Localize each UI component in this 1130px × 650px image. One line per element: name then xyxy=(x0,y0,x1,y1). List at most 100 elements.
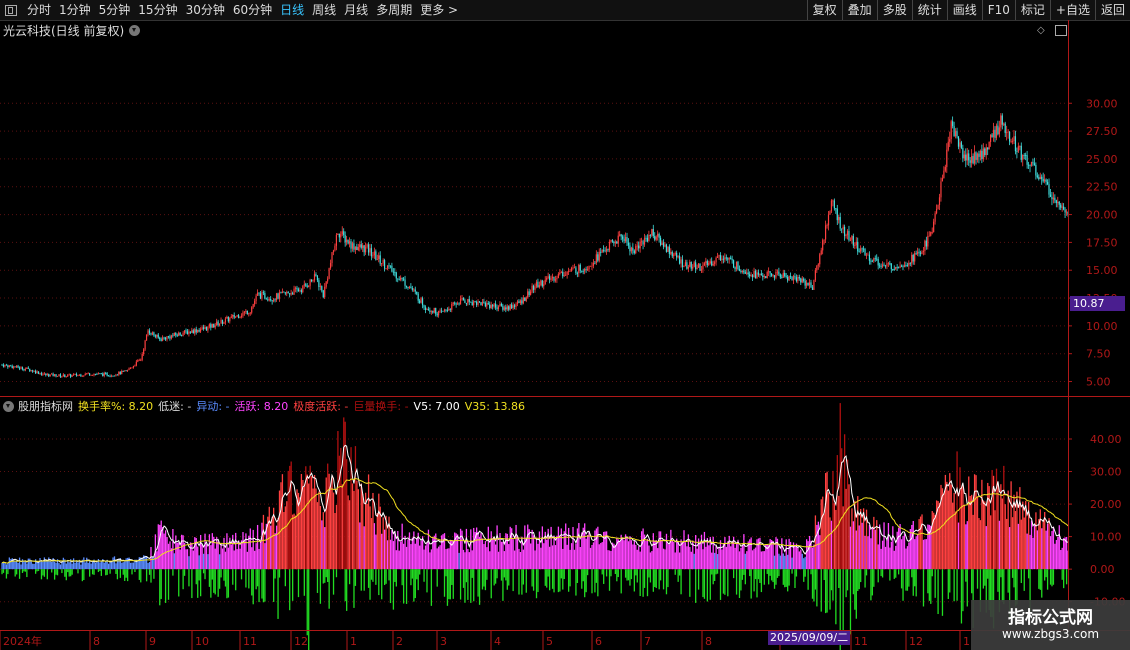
candle-body xyxy=(1064,209,1066,213)
tab-period-10[interactable]: 更多 > xyxy=(416,0,462,20)
turnover-bar xyxy=(607,550,609,570)
turnover-bar xyxy=(486,547,488,570)
diamond-icon[interactable]: ◇ xyxy=(1037,25,1045,36)
candle-body xyxy=(438,310,440,316)
turnover-bar xyxy=(179,549,181,570)
turnover-bar xyxy=(1008,527,1011,570)
turnover-bar xyxy=(804,556,806,570)
candle-body xyxy=(921,251,923,254)
turnover-bar xyxy=(531,529,533,570)
turnover-bar xyxy=(931,511,933,570)
down-bar xyxy=(937,569,939,615)
turnover-bar xyxy=(366,503,368,570)
turnover-bar xyxy=(162,527,164,570)
window-icon[interactable] xyxy=(5,4,17,16)
down-bar xyxy=(922,569,925,607)
candle-body xyxy=(353,243,355,250)
candle-body xyxy=(99,373,101,375)
turnover-bar xyxy=(321,520,323,570)
candle-body xyxy=(649,234,651,236)
turnover-bar xyxy=(608,550,611,570)
y-tick-label: 25.00 xyxy=(1086,153,1118,166)
turnover-bar xyxy=(312,488,314,570)
candle-body xyxy=(1008,131,1011,142)
tab-period-9[interactable]: 多周期 xyxy=(372,0,416,20)
candle-body xyxy=(705,261,707,264)
turnover-bar xyxy=(249,528,251,570)
dropdown-circle-icon[interactable] xyxy=(129,25,141,36)
candle-body xyxy=(375,251,377,260)
candle-body xyxy=(852,236,854,246)
tab-period-7[interactable]: 周线 xyxy=(308,0,340,20)
down-bar xyxy=(626,569,628,581)
kline-chart[interactable]: 30.0027.5025.0022.5020.0017.5015.0012.50… xyxy=(0,20,1130,650)
turnover-bar xyxy=(1051,531,1053,570)
candle-body xyxy=(207,326,209,331)
candle-body xyxy=(509,304,511,310)
candle-body xyxy=(198,330,200,332)
candle-body xyxy=(220,319,222,324)
toolbar-button-5[interactable]: F10 xyxy=(981,0,1015,20)
toolbar-button-1[interactable]: 叠加 xyxy=(841,0,877,20)
turnover-bar xyxy=(677,541,679,570)
candle-body xyxy=(567,271,570,272)
down-bar xyxy=(481,569,484,590)
y-tick-label: 7.50 xyxy=(1086,348,1111,361)
panel-toggle-icon[interactable] xyxy=(1055,25,1067,36)
tab-period-1[interactable]: 1分钟 xyxy=(55,0,95,20)
candle-body xyxy=(643,237,646,245)
tab-period-2[interactable]: 5分钟 xyxy=(95,0,135,20)
toolbar-button-7[interactable]: +自选 xyxy=(1049,0,1095,20)
toolbar-button-2[interactable]: 多股 xyxy=(876,0,912,20)
turnover-bar xyxy=(772,541,774,570)
tab-period-8[interactable]: 月线 xyxy=(340,0,372,20)
tab-period-4[interactable]: 30分钟 xyxy=(182,0,229,20)
toolbar-button-0[interactable]: 复权 xyxy=(806,0,842,20)
tab-period-3[interactable]: 15分钟 xyxy=(134,0,181,20)
toolbar-button-8[interactable]: 返回 xyxy=(1094,0,1130,20)
down-bar xyxy=(325,569,327,578)
candle-body xyxy=(620,234,622,237)
candle-body xyxy=(173,332,175,336)
turnover-bar xyxy=(737,539,739,570)
period-toolbar: 分时 1分钟 5分钟 15分钟 30分钟 60分钟 日线 周线 月线 多周期 更多 > 复权 叠加 多股… xyxy=(0,0,1130,21)
candle-body xyxy=(157,334,159,338)
tab-period-5[interactable]: 60分钟 xyxy=(229,0,276,20)
down-bar xyxy=(601,569,603,575)
tab-period-6[interactable]: 日线 xyxy=(276,0,308,20)
stock-title: 光云科技(日线 前复权) xyxy=(3,24,125,38)
down-bar xyxy=(417,569,419,591)
candle-body xyxy=(378,255,380,259)
toolbar-button-3[interactable]: 统计 xyxy=(911,0,947,20)
turnover-bar xyxy=(849,526,852,570)
candle-body xyxy=(167,336,170,338)
turnover-bar xyxy=(344,421,346,570)
down-bar xyxy=(743,569,745,575)
turnover-bar xyxy=(1020,519,1022,570)
turnover-bar xyxy=(795,543,798,570)
turnover-bar xyxy=(674,552,676,570)
candle-body xyxy=(392,271,394,273)
candle-body xyxy=(735,261,738,269)
turnover-bar xyxy=(746,551,748,570)
turnover-bar xyxy=(254,550,256,570)
candle-body xyxy=(953,126,955,137)
down-bar xyxy=(750,569,752,599)
down-bar xyxy=(845,569,847,598)
turnover-bar xyxy=(719,540,722,570)
toolbar-button-6[interactable]: 标记 xyxy=(1014,0,1050,20)
down-bar xyxy=(852,569,855,595)
candle-body xyxy=(578,264,580,274)
tab-period-0[interactable]: 分时 xyxy=(23,0,55,20)
toolbar-button-4[interactable]: 画线 xyxy=(946,0,982,20)
down-bar xyxy=(639,569,641,597)
turnover-bar xyxy=(438,546,440,570)
dropdown-circle-icon[interactable] xyxy=(3,400,14,412)
turnover-bar xyxy=(801,553,803,570)
down-bar xyxy=(655,569,657,589)
down-bar xyxy=(178,569,180,597)
turnover-bar xyxy=(470,529,472,570)
down-bar xyxy=(605,569,608,577)
candle-body xyxy=(229,317,231,322)
candle-body xyxy=(309,279,311,286)
